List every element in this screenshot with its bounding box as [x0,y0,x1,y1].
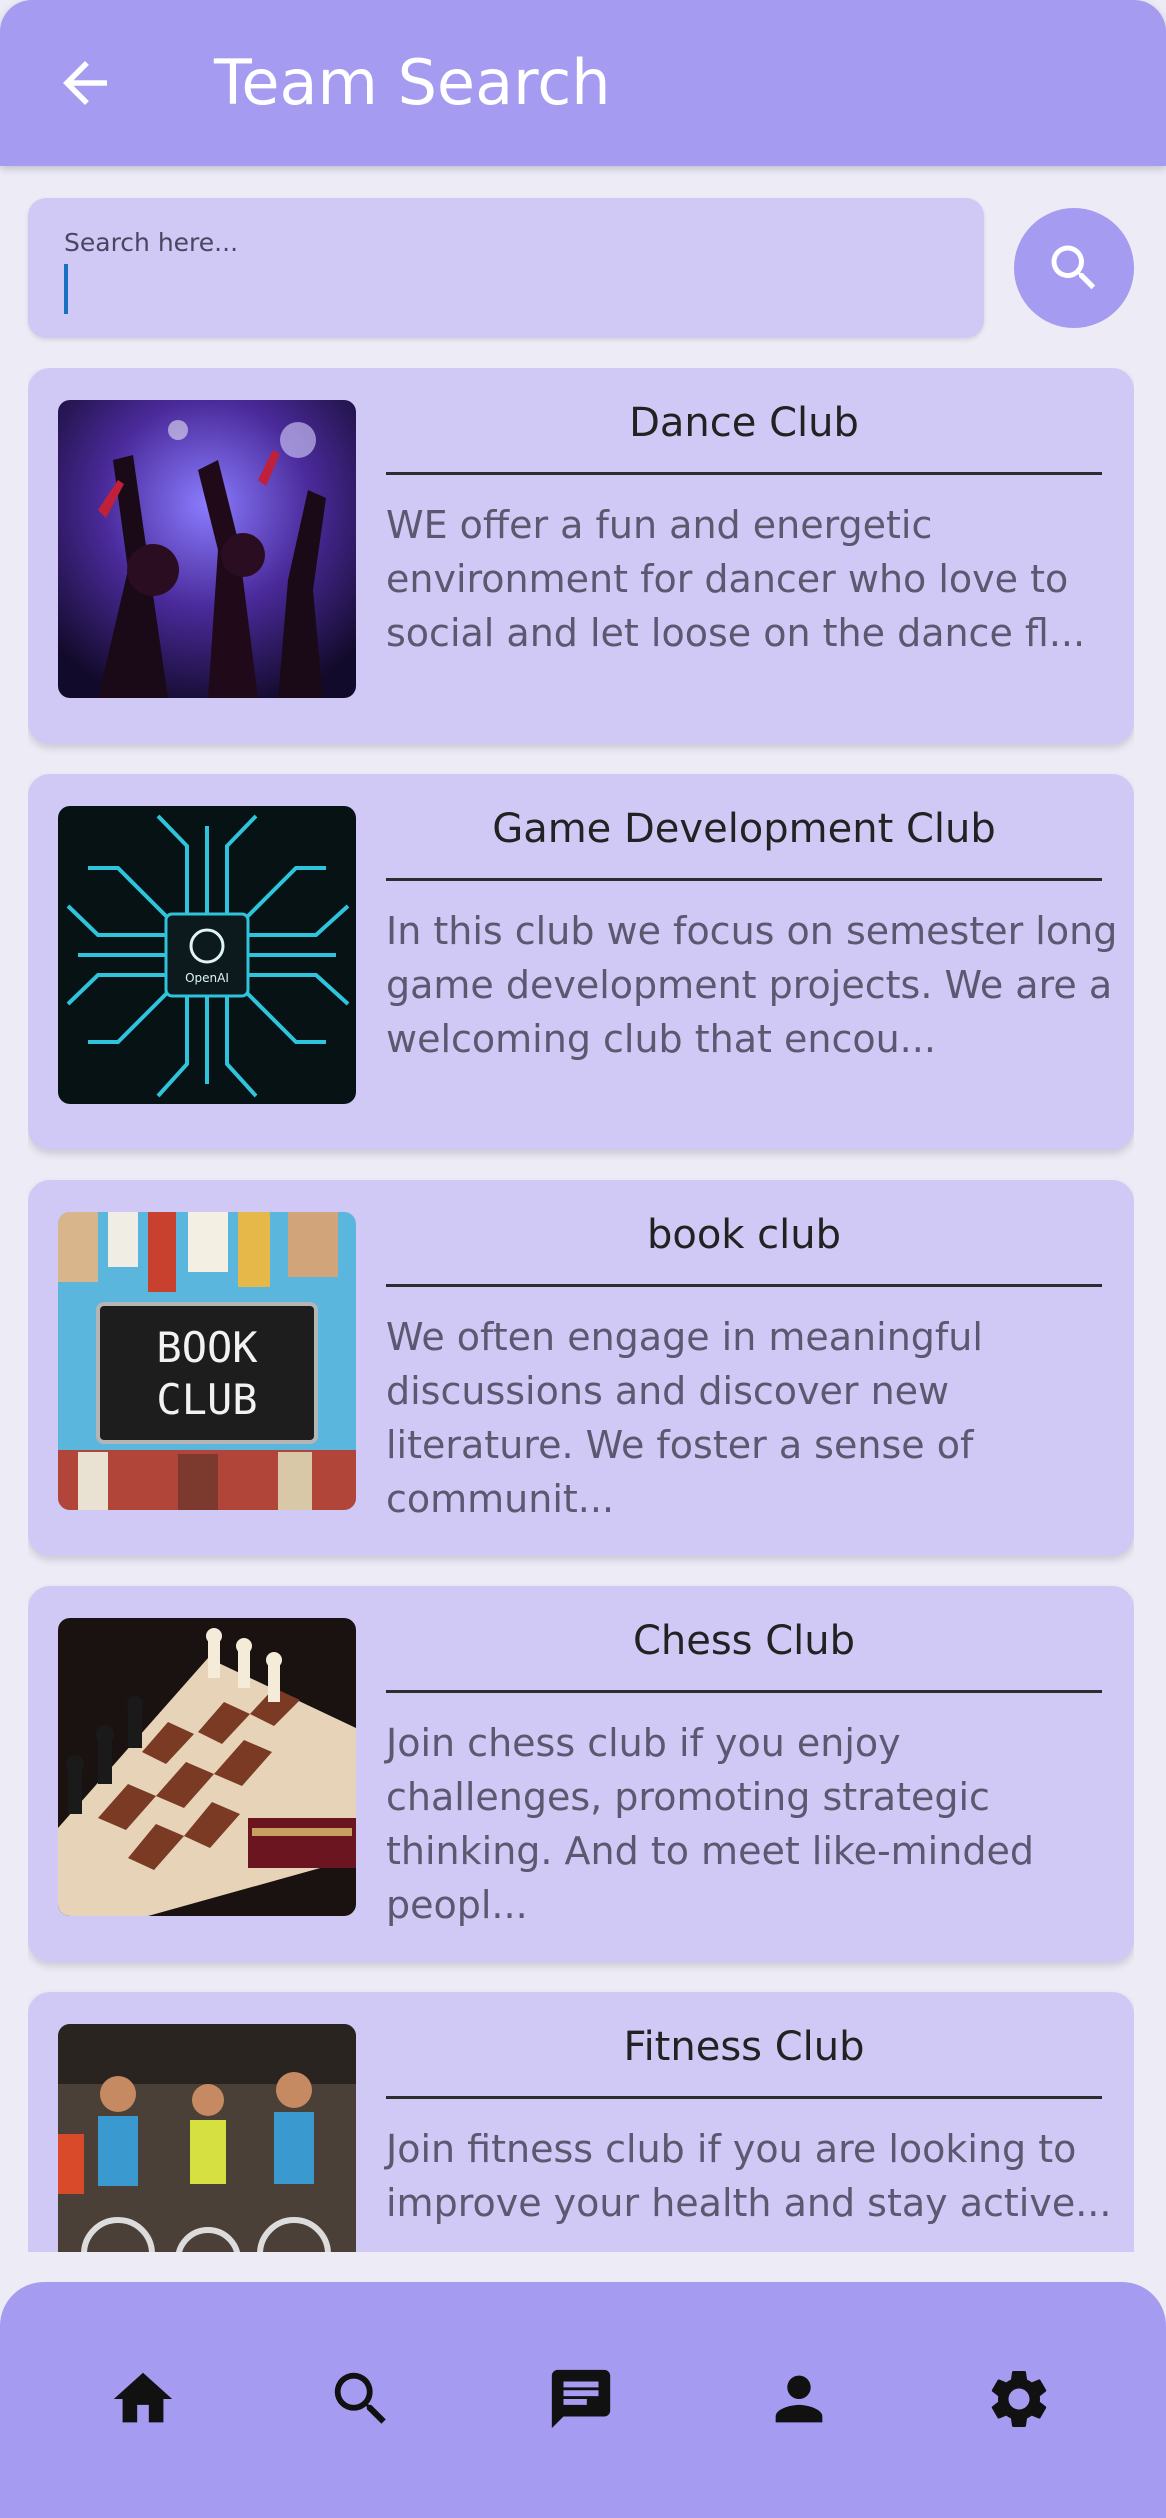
gear-icon [991,2371,1047,2427]
page-title: Team Search [214,46,611,119]
club-name: Dance Club [629,400,859,446]
club-description: Join fitness club if you are looking to … [386,2127,1112,2225]
divider [386,2096,1102,2099]
bottom-navigation [0,2282,1166,2518]
search-icon [334,2372,386,2424]
club-name: Game Development Club [492,806,996,852]
club-card-book[interactable]: BOOK CLUB book club We often engage in m… [28,1180,1134,1556]
sign-line-2: CLUB [156,1375,257,1424]
search-button[interactable] [1014,208,1134,328]
divider [386,878,1102,881]
search-input[interactable]: Search here... [28,198,984,338]
person-icon [775,2375,823,2423]
nav-chat[interactable] [536,2354,626,2444]
circuit-chip-photo: OpenAI [58,806,356,1104]
club-name: Fitness Club [623,2024,865,2070]
club-card-game-development[interactable]: OpenAI Game Development Club In this clu… [28,774,1134,1150]
club-description: WE offer a fun and energetic environment… [386,503,1086,655]
home-icon [113,2372,173,2423]
spin-class-photo [58,2024,356,2252]
search-icon [1051,245,1096,290]
search-placeholder: Search here... [64,228,239,257]
arrow-left-icon [63,61,107,105]
club-image: BOOK CLUB [58,1212,356,1510]
book-club-sign-photo: BOOK CLUB [58,1212,356,1510]
club-image: OpenAI [58,806,356,1104]
club-description: We often engage in meaningful discussion… [386,1315,983,1521]
divider [386,1690,1102,1693]
chip-label: OpenAI [185,971,229,985]
club-image [58,2024,356,2252]
divider [386,472,1102,475]
club-description: In this club we focus on semester long g… [386,909,1118,1061]
club-card-dance[interactable]: Dance Club WE offer a fun and energetic … [28,368,1134,744]
club-description: Join chess club if you enjoy challenges,… [386,1721,1034,1927]
chess-board-photo [58,1618,356,1916]
club-list[interactable]: Dance Club WE offer a fun and energetic … [28,368,1134,2252]
nav-settings[interactable] [974,2354,1064,2444]
sign-line-1: BOOK [156,1323,258,1372]
nav-home[interactable] [98,2354,188,2444]
app-bar: Team Search [0,0,1166,166]
back-button[interactable] [52,50,118,116]
club-image [58,1618,356,1916]
club-card-fitness[interactable]: Fitness Club Join fitness club if you ar… [28,1992,1134,2252]
nav-search[interactable] [316,2354,406,2444]
dance-party-photo [58,400,356,698]
club-name: book club [646,1212,842,1258]
divider [386,1284,1102,1287]
text-caret [64,264,68,314]
club-card-chess[interactable]: Chess Club Join chess club if you enjoy … [28,1586,1134,1962]
club-name: Chess Club [632,1618,856,1664]
nav-profile[interactable] [754,2354,844,2444]
chat-icon [551,2369,611,2429]
club-image [58,400,356,698]
